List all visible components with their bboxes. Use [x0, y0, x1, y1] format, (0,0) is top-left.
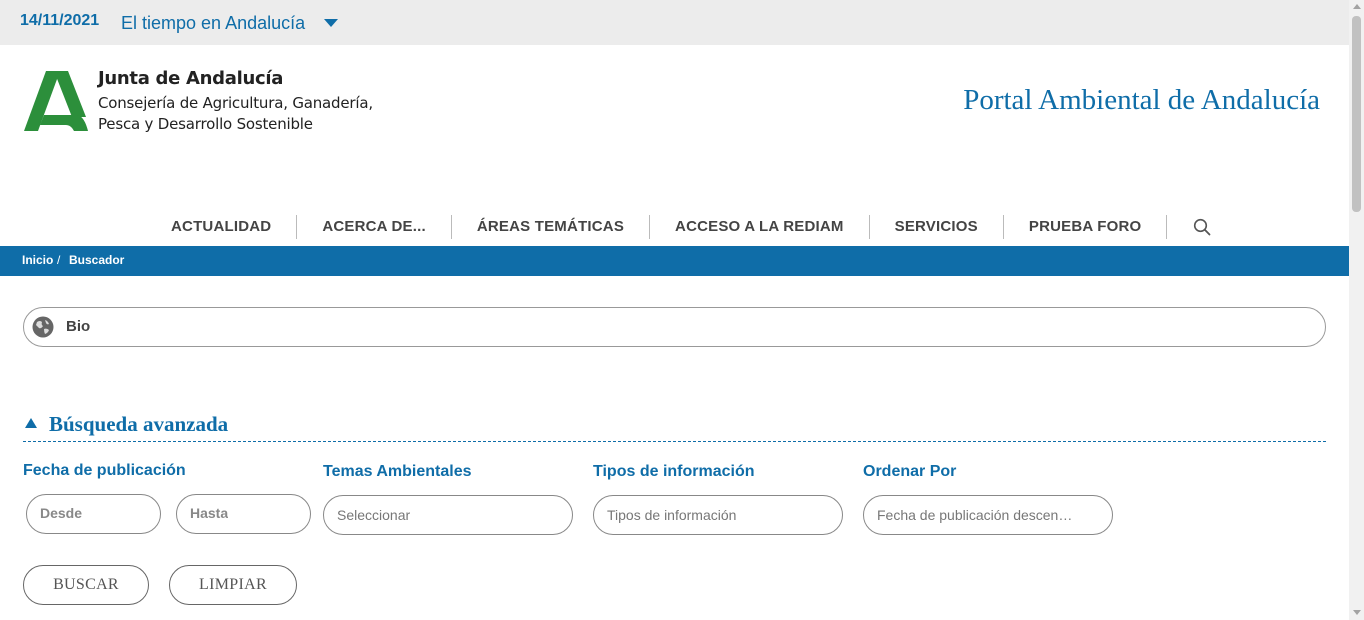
advanced-search-toggle[interactable]: Búsqueda avanzada: [23, 412, 1326, 442]
nav-item-acerca-de[interactable]: ACERCA DE...: [297, 215, 452, 239]
order-value: Fecha de publicación descen…: [877, 507, 1073, 523]
nav-item-prueba-foro[interactable]: PRUEBA FORO: [1004, 215, 1168, 239]
search-query[interactable]: Bio: [66, 318, 90, 335]
themes-filter-label: Temas Ambientales: [323, 463, 472, 480]
nav-item-actualidad[interactable]: ACTUALIDAD: [146, 215, 298, 239]
order-select[interactable]: Fecha de publicación descen…: [863, 495, 1113, 535]
date-to-field[interactable]: Hasta: [176, 494, 311, 534]
scroll-up-arrow-icon[interactable]: [1353, 4, 1361, 9]
types-select[interactable]: Tipos de información: [593, 495, 843, 535]
nav-item-servicios[interactable]: SERVICIOS: [870, 215, 1004, 239]
nav-item-acceso-rediam[interactable]: ACCESO A LA REDIAM: [650, 215, 870, 239]
main-nav: ACTUALIDAD ACERCA DE... ÁREAS TEMÁTICAS …: [146, 214, 1215, 240]
scroll-down-arrow-icon[interactable]: [1353, 610, 1361, 615]
date-to-placeholder: Hasta: [190, 505, 229, 521]
types-filter-label: Tipos de información: [593, 463, 755, 480]
clear-button[interactable]: LIMPIAR: [169, 565, 297, 605]
breadcrumb: Inicio / Buscador: [0, 246, 1349, 276]
breadcrumb-home[interactable]: Inicio: [22, 253, 53, 267]
themes-select[interactable]: Seleccionar: [323, 495, 573, 535]
date-from-field[interactable]: Desde: [26, 494, 161, 534]
themes-placeholder: Seleccionar: [337, 507, 411, 523]
search-button[interactable]: BUSCAR: [23, 565, 149, 605]
date-filter-label: Fecha de publicación: [23, 462, 186, 479]
types-placeholder: Tipos de información: [607, 507, 737, 523]
date-from-placeholder: Desde: [40, 505, 83, 521]
search-input[interactable]: Bio: [23, 307, 1326, 347]
order-filter-label: Ordenar Por: [863, 463, 957, 480]
search-icon[interactable]: [1189, 215, 1215, 239]
org-title: Junta de Andalucía: [98, 68, 284, 89]
portal-title[interactable]: Portal Ambiental de Andalucía: [963, 84, 1320, 117]
breadcrumb-current: Buscador: [69, 253, 125, 267]
junta-logo[interactable]: [24, 71, 90, 133]
current-date: 14/11/2021: [20, 12, 100, 29]
nav-item-areas-tematicas[interactable]: ÁREAS TEMÁTICAS: [452, 215, 651, 239]
globe-icon: [32, 316, 54, 338]
triangle-up-icon[interactable]: [25, 418, 37, 428]
org-subtitle: Consejería de Agricultura, Ganadería, Pe…: [98, 93, 388, 135]
weather-link[interactable]: El tiempo en Andalucía: [121, 13, 305, 34]
chevron-down-icon[interactable]: [324, 19, 338, 27]
advanced-search-title[interactable]: Búsqueda avanzada: [49, 412, 228, 437]
top-bar: 14/11/2021 El tiempo en Andalucía: [0, 0, 1349, 45]
scrollbar-thumb[interactable]: [1352, 16, 1361, 212]
breadcrumb-separator: /: [57, 253, 61, 267]
org-subtitle-line2: Pesca y Desarrollo Sostenible: [98, 115, 313, 133]
org-subtitle-line1: Consejería de Agricultura, Ganadería,: [98, 94, 373, 112]
